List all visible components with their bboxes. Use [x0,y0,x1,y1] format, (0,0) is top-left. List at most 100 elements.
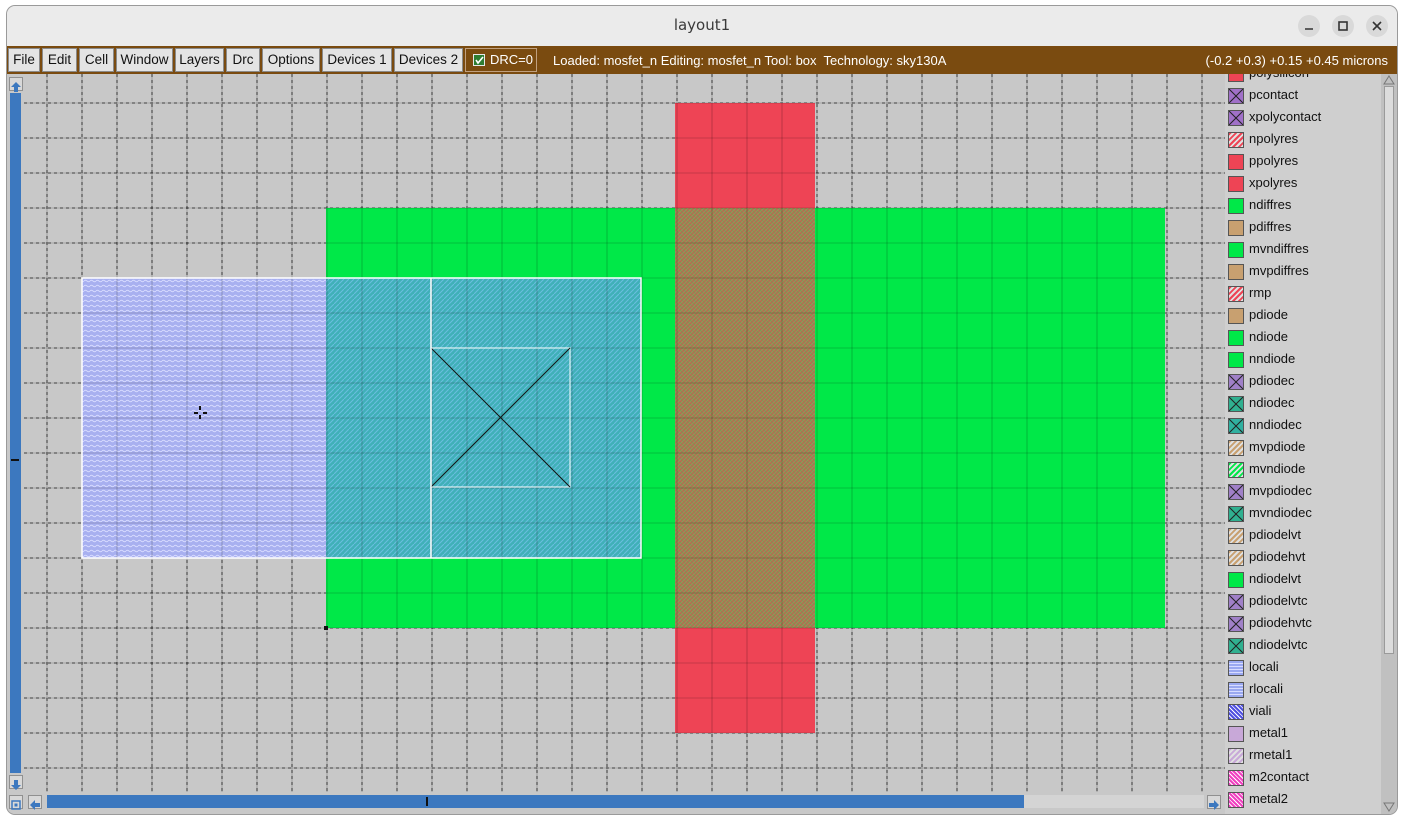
maximize-button[interactable] [1332,15,1354,37]
layer-swatch[interactable] [1228,308,1244,324]
horizontal-scrollbar[interactable] [7,792,1225,814]
layer-swatch[interactable] [1228,176,1244,192]
layer-item[interactable]: mvndiodec [1225,503,1380,525]
layer-item[interactable]: pdiodelvtc [1225,591,1380,613]
layer-swatch[interactable] [1228,242,1244,258]
layer-swatch[interactable] [1228,594,1244,610]
layer-swatch[interactable] [1228,682,1244,698]
layer-item[interactable]: rmp [1225,283,1380,305]
layer-item[interactable]: mvpdiode [1225,437,1380,459]
menu-layers[interactable]: Layers [175,48,224,72]
vertical-scroll-thumb[interactable] [10,93,21,773]
layer-item[interactable]: xpolycontact [1225,107,1380,129]
layer-swatch[interactable] [1228,132,1244,148]
layer-swatch[interactable] [1228,726,1244,742]
layer-item[interactable]: mvpdiodec [1225,481,1380,503]
poly-gate-bottom[interactable] [675,628,815,733]
layer-swatch[interactable] [1228,154,1244,170]
scroll-right-button[interactable] [1207,795,1221,810]
layer-item[interactable]: m2contact [1225,767,1380,789]
layer-item[interactable]: mvndiffres [1225,239,1380,261]
layer-item[interactable]: pdiode [1225,305,1380,327]
layer-item[interactable]: ndiodelvt [1225,569,1380,591]
layer-swatch[interactable] [1228,374,1244,390]
layer-swatch[interactable] [1228,660,1244,676]
layer-item[interactable]: pdiodehvt [1225,547,1380,569]
layer-item[interactable]: pdiodec [1225,371,1380,393]
menu-options[interactable]: Options [262,48,320,72]
layer-swatch[interactable] [1228,110,1244,126]
layer-item[interactable]: mvpdiffres [1225,261,1380,283]
layer-item[interactable]: xpolyres [1225,173,1380,195]
zoom-box-button[interactable] [9,795,23,810]
layer-item[interactable]: mvndiode [1225,459,1380,481]
layer-item[interactable]: rlocali [1225,679,1380,701]
menu-window[interactable]: Window [116,48,173,72]
layer-item[interactable]: ndiodelvtc [1225,635,1380,657]
layer-item[interactable]: ndiffres [1225,195,1380,217]
layer-item[interactable]: metal1 [1225,723,1380,745]
horizontal-scroll-track[interactable] [47,795,1204,808]
menu-cell[interactable]: Cell [79,48,114,72]
menu-devices-1[interactable]: Devices 1 [322,48,392,72]
scroll-down-button[interactable] [9,775,23,790]
layer-swatch[interactable] [1228,352,1244,368]
layer-swatch[interactable] [1228,462,1244,478]
layer-swatch[interactable] [1228,286,1244,302]
layer-item[interactable]: nndiodec [1225,415,1380,437]
layout-drawing[interactable] [24,74,1225,792]
layer-item[interactable]: pdiffres [1225,217,1380,239]
layer-item[interactable]: metal2 [1225,789,1380,811]
layer-swatch[interactable] [1228,528,1244,544]
layer-swatch[interactable] [1228,220,1244,236]
layer-item[interactable]: npolyres [1225,129,1380,151]
menu-drc[interactable]: Drc [226,48,260,72]
layer-swatch[interactable] [1228,748,1244,764]
layer-swatch[interactable] [1228,638,1244,654]
drc-checkbox[interactable] [473,54,485,66]
layer-swatch[interactable] [1228,792,1244,808]
layer-item[interactable]: ndiode [1225,327,1380,349]
menu-file[interactable]: File [8,48,40,72]
layer-swatch[interactable] [1228,484,1244,500]
layer-swatch[interactable] [1228,418,1244,434]
layer-swatch[interactable] [1228,704,1244,720]
drc-indicator[interactable]: DRC=0 [465,48,537,72]
layer-scroll-up-icon[interactable] [1381,74,1397,86]
menu-devices-2[interactable]: Devices 2 [394,48,463,72]
layer-item[interactable]: locali [1225,657,1380,679]
layer-item[interactable]: rmetal1 [1225,745,1380,767]
menu-edit[interactable]: Edit [42,48,77,72]
poly-gate-top[interactable] [675,103,815,208]
layer-swatch[interactable] [1228,440,1244,456]
layout-canvas[interactable] [24,74,1225,792]
layer-swatch[interactable] [1228,74,1244,82]
layer-swatch[interactable] [1228,616,1244,632]
layer-swatch[interactable] [1228,198,1244,214]
layer-swatch[interactable] [1228,88,1244,104]
layer-swatch[interactable] [1228,330,1244,346]
layer-swatch[interactable] [1228,550,1244,566]
layer-swatch[interactable] [1228,770,1244,786]
layer-item[interactable]: viali [1225,701,1380,723]
layer-swatch[interactable] [1228,396,1244,412]
layer-item[interactable]: pdiodelvt [1225,525,1380,547]
horizontal-scroll-thumb[interactable] [47,795,1024,808]
scroll-up-button[interactable] [9,77,23,92]
scroll-left-button[interactable] [28,795,42,810]
layer-item[interactable]: nndiode [1225,349,1380,371]
layer-item[interactable]: pcontact [1225,85,1380,107]
vertical-scrollbar[interactable] [7,74,24,792]
layer-item[interactable]: ndiodec [1225,393,1380,415]
minimize-button[interactable] [1298,15,1320,37]
layer-item[interactable]: ppolyres [1225,151,1380,173]
layer-scroll-thumb[interactable] [1384,86,1394,654]
layer-scroll-down-icon[interactable] [1381,801,1397,813]
close-button[interactable] [1366,15,1388,37]
layer-swatch[interactable] [1228,264,1244,280]
layer-scrollbar[interactable] [1381,74,1397,814]
layer-swatch[interactable] [1228,506,1244,522]
layer-swatch[interactable] [1228,572,1244,588]
layer-item[interactable]: pdiodehvtc [1225,613,1380,635]
layer-item[interactable]: polysilicon [1225,74,1380,85]
